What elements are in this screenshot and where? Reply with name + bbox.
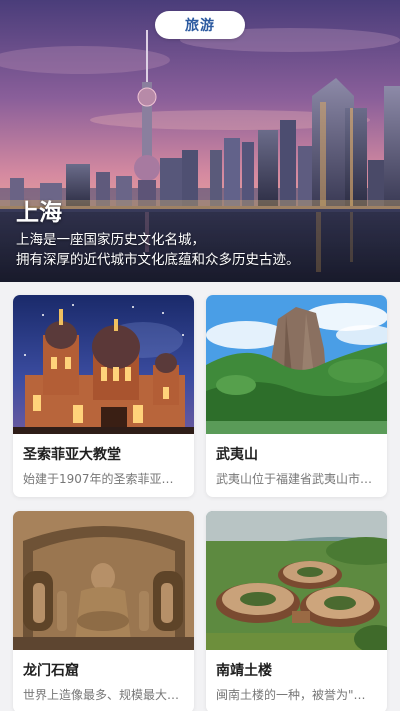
attraction-name: 武夷山 [216, 447, 258, 463]
attraction-image [13, 511, 194, 650]
hero-city-title: 上海 [16, 200, 62, 226]
hero-description-line: 拥有深厚的近代城市文化底蕴和众多历史古迹。 [16, 252, 300, 268]
attraction-description: 世界上造像最多、规模最大的石刻... [23, 688, 184, 702]
travel-page: 旅游 上海 上海是一座国家历史文化名城， 拥有深厚的近代城市文化底蕴和众多历史古… [0, 0, 400, 711]
attraction-name: 南靖土楼 [216, 663, 272, 679]
attraction-card-mountain[interactable]: 武夷山 武夷山位于福建省武夷山市西南... [206, 295, 387, 497]
hero-description: 上海是一座国家历史文化名城， 拥有深厚的近代城市文化底蕴和众多历史古迹。 [16, 230, 386, 270]
attraction-description: 闽南土楼的一种，被誉为"神话般的... [216, 688, 377, 702]
attraction-name: 龙门石窟 [23, 663, 79, 679]
grotto-image [13, 511, 194, 650]
attraction-description: 始建于1907年的圣索菲亚大教堂... [23, 472, 184, 486]
mountain-image [206, 295, 387, 434]
attraction-description: 武夷山位于福建省武夷山市西南... [216, 472, 377, 486]
cathedral-image [13, 295, 194, 434]
attraction-image [206, 295, 387, 434]
attraction-name: 圣索菲亚大教堂 [23, 447, 121, 463]
hero-banner[interactable]: 旅游 上海 上海是一座国家历史文化名城， 拥有深厚的近代城市文化底蕴和众多历史古… [0, 0, 400, 282]
hero-description-line: 上海是一座国家历史文化名城， [16, 232, 205, 248]
tulou-image [206, 511, 387, 650]
attraction-card-tulou[interactable]: 南靖土楼 闽南土楼的一种，被誉为"神话般的... [206, 511, 387, 711]
attraction-image [13, 295, 194, 434]
attraction-image [206, 511, 387, 650]
category-tab-travel[interactable]: 旅游 [155, 11, 245, 39]
attraction-card-cathedral[interactable]: 圣索菲亚大教堂 始建于1907年的圣索菲亚大教堂... [13, 295, 194, 497]
attraction-card-grotto[interactable]: 龙门石窟 世界上造像最多、规模最大的石刻... [13, 511, 194, 711]
